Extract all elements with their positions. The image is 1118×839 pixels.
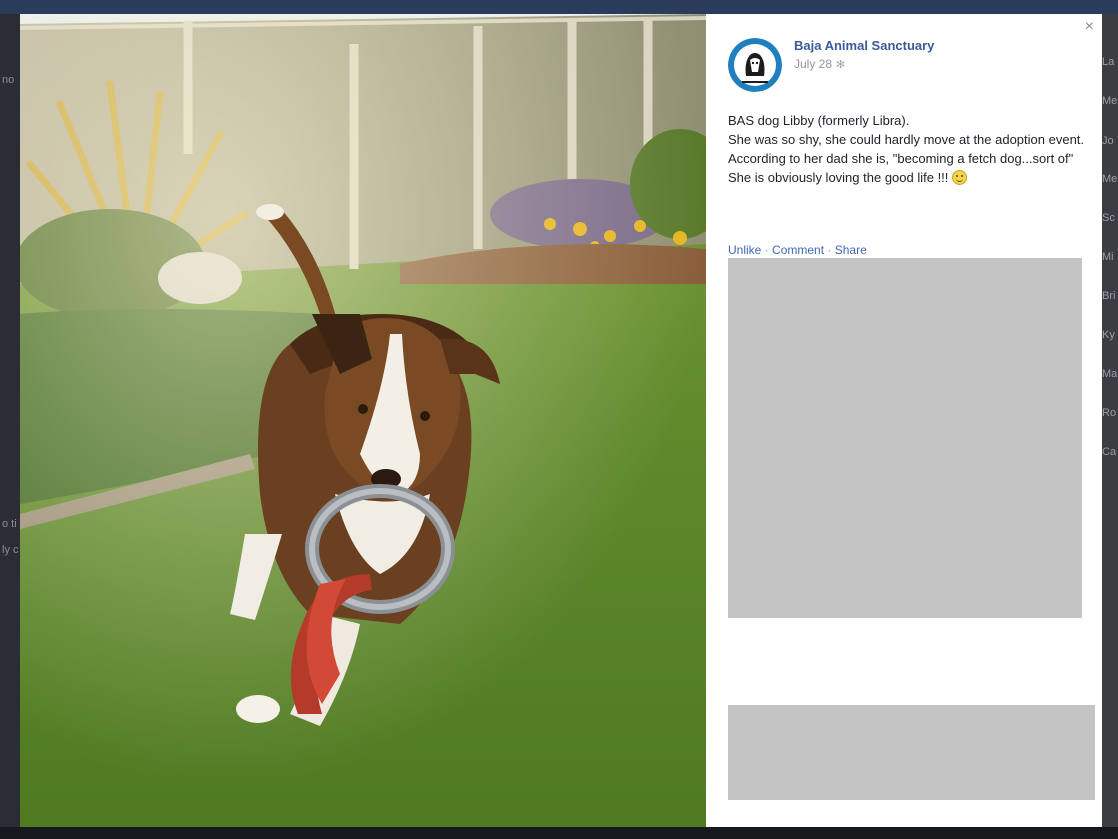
background-fragment: Ma — [1102, 368, 1118, 380]
share-link[interactable]: Share — [835, 243, 867, 257]
post-line-with-emoji: She is obviously loving the good life !!… — [728, 168, 1088, 187]
post-body: BAS dog Libby (formerly Libra). She was … — [728, 111, 1088, 187]
close-icon[interactable]: × — [1085, 18, 1094, 36]
post-date[interactable]: July 28 — [794, 57, 832, 71]
post-line: She is obviously loving the good life !!… — [728, 170, 949, 185]
background-fragment: Me — [1102, 95, 1118, 107]
background-fragment: Jo — [1102, 135, 1114, 147]
post-line: BAS dog Libby (formerly Libra). — [728, 113, 910, 128]
background-fragment: Sc — [1102, 212, 1115, 224]
background-fragment: La — [1102, 56, 1115, 68]
background-fragment: no — [2, 74, 15, 86]
sanctuary-logo-icon — [728, 38, 782, 92]
dog-photo-illustration — [20, 14, 706, 827]
background-left-column — [0, 14, 20, 839]
post-actions: Unlike · Comment · Share — [728, 243, 867, 257]
post-photo[interactable] — [20, 14, 706, 827]
comments-placeholder — [728, 258, 1082, 618]
background-fragment: Mi — [1102, 251, 1114, 263]
avatar[interactable] — [728, 38, 782, 92]
action-separator: · — [827, 243, 832, 257]
unlike-link[interactable]: Unlike — [728, 243, 761, 257]
comment-link[interactable]: Comment — [772, 243, 824, 257]
background-bottom-strip — [0, 827, 1118, 839]
background-fragment: Me — [1102, 173, 1118, 185]
page-name-link[interactable]: Baja Animal Sanctuary — [794, 38, 934, 53]
background-top-bar — [0, 0, 1118, 14]
smiley-icon — [952, 170, 968, 185]
gear-icon: ✻ — [836, 58, 846, 71]
background-fragment: Ro — [1102, 407, 1117, 419]
background-fragment: Ca — [1102, 446, 1117, 458]
post-line: According to her dad she is, "becoming a… — [728, 151, 1074, 166]
post-line: She was so shy, she could hardly move at… — [728, 132, 1085, 147]
background-fragment: Bri — [1102, 290, 1116, 302]
background-fragment: o ti — [2, 518, 17, 530]
background-fragment: Ky — [1102, 329, 1115, 341]
comment-box-placeholder — [728, 705, 1095, 800]
post-detail-panel: × Baja Animal Sanctuary July 28 ✻ BAS do… — [706, 14, 1102, 827]
action-separator: · — [764, 243, 769, 257]
background-fragment: ly c — [2, 544, 19, 556]
post-meta: July 28 ✻ — [794, 57, 845, 71]
